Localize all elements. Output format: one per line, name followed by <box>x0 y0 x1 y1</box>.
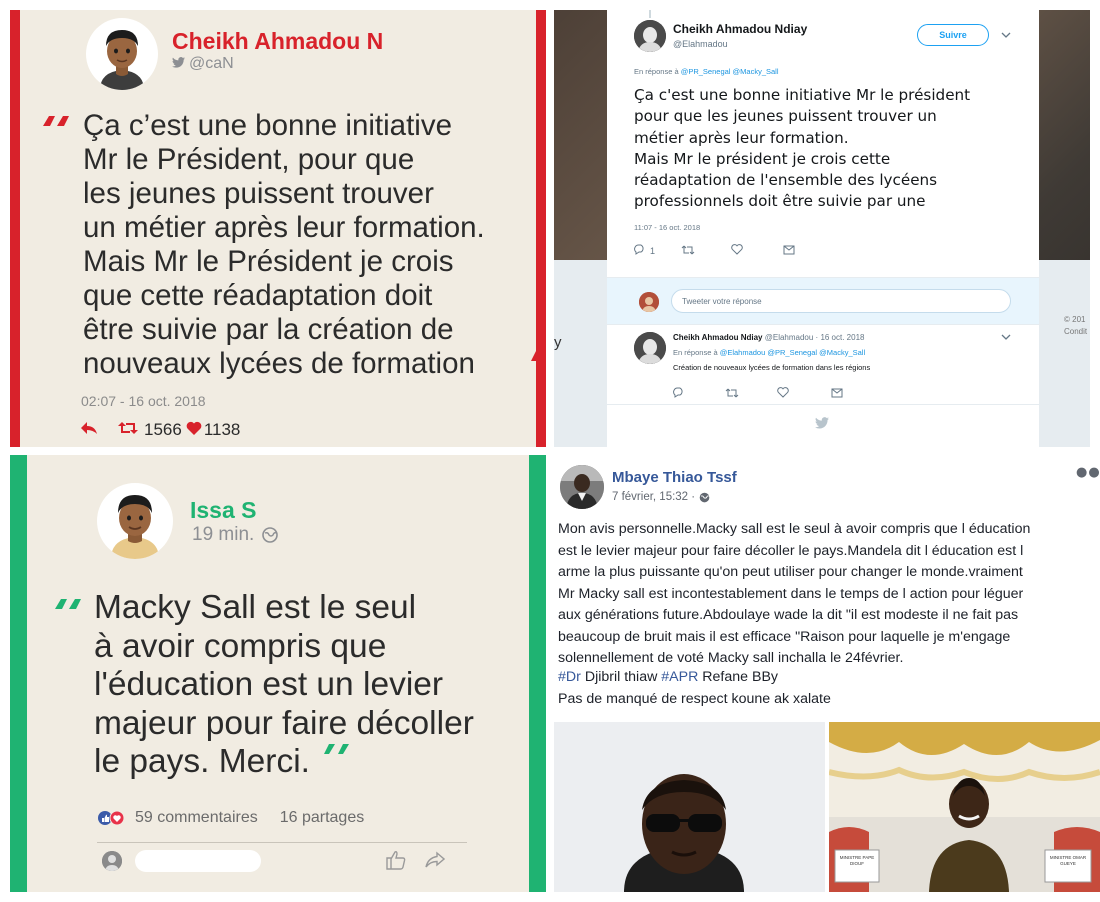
reply-header: Cheikh Ahmadou Ndiay @Elahmadou · 16 oct… <box>673 333 864 342</box>
background-text-right: © 201 Condit <box>1064 315 1088 336</box>
chevron-down-icon[interactable] <box>1001 332 1011 343</box>
divider <box>607 324 1039 325</box>
user-avatar <box>102 851 122 871</box>
hashtag-link[interactable]: #Dr <box>558 669 581 685</box>
retweet-count: 1566 <box>144 420 182 439</box>
close-quote-icon <box>320 741 352 760</box>
heart-icon[interactable] <box>777 383 789 402</box>
tweet-actions: 1 <box>634 244 795 257</box>
tweet-card: Cheikh Ahmadou Ndiay @Elahmadou Suivre E… <box>607 10 1039 447</box>
reply-count: 1 <box>650 245 656 256</box>
post-time: 19 min. <box>192 524 279 546</box>
quote-text: Macky Sall est le seul à avoir compris q… <box>94 589 474 780</box>
tag-text: Djibril thiaw <box>580 669 662 685</box>
reply-context: En réponse à @Elahmadou @PR_Senegal @Mac… <box>673 348 865 357</box>
divider <box>97 842 467 843</box>
retweet-icon[interactable] <box>118 420 138 440</box>
post-photo-event[interactable]: MINISTRE PAPE DIOUF MINISTRE OMAR GUEYE <box>829 722 1100 892</box>
user-avatar <box>639 292 659 312</box>
quote-card-twitter: Cheikh Ahmadou N @caN Ça c’est une bonne… <box>10 10 546 447</box>
heart-icon[interactable] <box>186 420 202 440</box>
thread-line <box>649 10 651 18</box>
reply-to-prefix: En réponse à <box>673 348 718 357</box>
more-options-icon[interactable]: ●● <box>1076 465 1100 480</box>
reactions-icon[interactable] <box>97 810 127 826</box>
author-name[interactable]: Mbaye Thiao Tssf <box>612 469 737 486</box>
cartoon-avatar <box>86 18 158 90</box>
reply-input[interactable]: Tweeter votre réponse <box>671 289 1011 313</box>
post-date: 7 février, 15:32 · <box>612 491 710 503</box>
follow-button[interactable]: Suivre <box>917 24 989 46</box>
open-quote-icon <box>41 113 73 132</box>
time-ago: 19 min. <box>192 524 255 545</box>
tag-text: Refane BBy <box>698 669 779 685</box>
avatar[interactable] <box>634 20 666 52</box>
comment-input[interactable] <box>135 850 261 872</box>
cartoon-avatar <box>97 483 173 559</box>
post-tags: #Dr Djibril thiaw #APR Refane BBy <box>558 669 778 685</box>
reply-icon[interactable] <box>673 383 685 402</box>
post-meta: 59 commentaires 16 partages <box>97 809 364 827</box>
twitter-screenshot-panel: y © 201 Condit Cheikh Ahmadou Ndiay @Ela… <box>554 10 1090 447</box>
handle-text: @caN <box>189 55 234 72</box>
globe-icon <box>262 527 279 543</box>
retweet-icon[interactable] <box>681 245 695 257</box>
message-icon[interactable] <box>783 245 795 257</box>
globe-icon <box>699 492 710 503</box>
share-icon[interactable] <box>425 851 446 873</box>
post-body: Mon avis personnelle.Macky sall est le s… <box>558 521 1031 666</box>
hashtag-link[interactable]: #APR <box>661 669 698 685</box>
reply-to-prefix: En réponse à <box>634 67 679 76</box>
tweet-text: Ça c'est une bonne initiative Mr le prés… <box>634 86 971 211</box>
quote-card-facebook: Issa S 19 min. Macky Sall est le seul à … <box>10 455 546 892</box>
tweet-timestamp[interactable]: 11:07 - 16 oct. 2018 <box>634 223 700 232</box>
reply-icon[interactable] <box>80 420 98 440</box>
author-handle: @caN <box>172 55 234 73</box>
post-photo-selfie[interactable] <box>554 722 825 892</box>
author-name[interactable]: Issa S <box>190 497 257 524</box>
name-card-sign: MINISTRE OMAR GUEYE <box>1049 855 1087 866</box>
reply-actions <box>673 383 843 402</box>
retweet-icon[interactable] <box>725 383 739 402</box>
reply-to-mentions[interactable]: @Elahmadou @PR_Senegal @Macky_Sall <box>720 348 865 357</box>
avatar[interactable] <box>560 465 604 509</box>
heart-icon[interactable] <box>731 244 743 257</box>
reply-author-name[interactable]: Cheikh Ahmadou Ndiay <box>673 333 763 342</box>
reply-to-mentions[interactable]: @PR_Senegal @Macky_Sall <box>681 67 779 76</box>
chevron-down-icon[interactable] <box>1001 30 1011 41</box>
author-name[interactable]: Cheikh Ahmadou N <box>172 28 383 55</box>
post-date-text[interactable]: 7 février, 15:32 · <box>612 491 695 503</box>
message-icon[interactable] <box>831 383 843 402</box>
divider <box>607 404 1039 405</box>
like-icon[interactable] <box>385 849 407 875</box>
close-quote-icon <box>527 348 536 367</box>
author-handle[interactable]: @Elahmadou <box>673 39 728 49</box>
comments-count[interactable]: 59 commentaires <box>135 809 258 827</box>
twitter-bird-icon <box>172 55 185 73</box>
timestamp: 02:07 - 16 oct. 2018 <box>81 393 206 409</box>
open-quote-icon <box>53 596 85 615</box>
name-card-sign: MINISTRE PAPE DIOUF <box>839 855 875 866</box>
tweet-stats: 1566 1138 <box>80 420 244 440</box>
reply-icon[interactable] <box>634 244 646 257</box>
shares-count[interactable]: 16 partages <box>280 809 365 827</box>
quote-text: Ça c’est une bonne initiative Mr le Prés… <box>83 109 485 380</box>
reply-text: Création de nouveaux lycées de formation… <box>673 363 871 372</box>
author-name[interactable]: Cheikh Ahmadou Ndiay <box>673 22 807 36</box>
background-text-left: y <box>554 334 562 351</box>
like-count: 1138 <box>203 420 241 439</box>
reply-avatar[interactable] <box>634 332 666 364</box>
reply-context: En réponse à @PR_Senegal @Macky_Sall <box>634 67 779 76</box>
twitter-bird-icon <box>815 414 829 433</box>
post-closing-line: Pas de manqué de respect koune ak xalate <box>558 691 831 707</box>
reply-meta: @Elahmadou · 16 oct. 2018 <box>764 333 865 342</box>
facebook-post-panel: Mbaye Thiao Tssf 7 février, 15:32 · ●● M… <box>554 455 1100 892</box>
